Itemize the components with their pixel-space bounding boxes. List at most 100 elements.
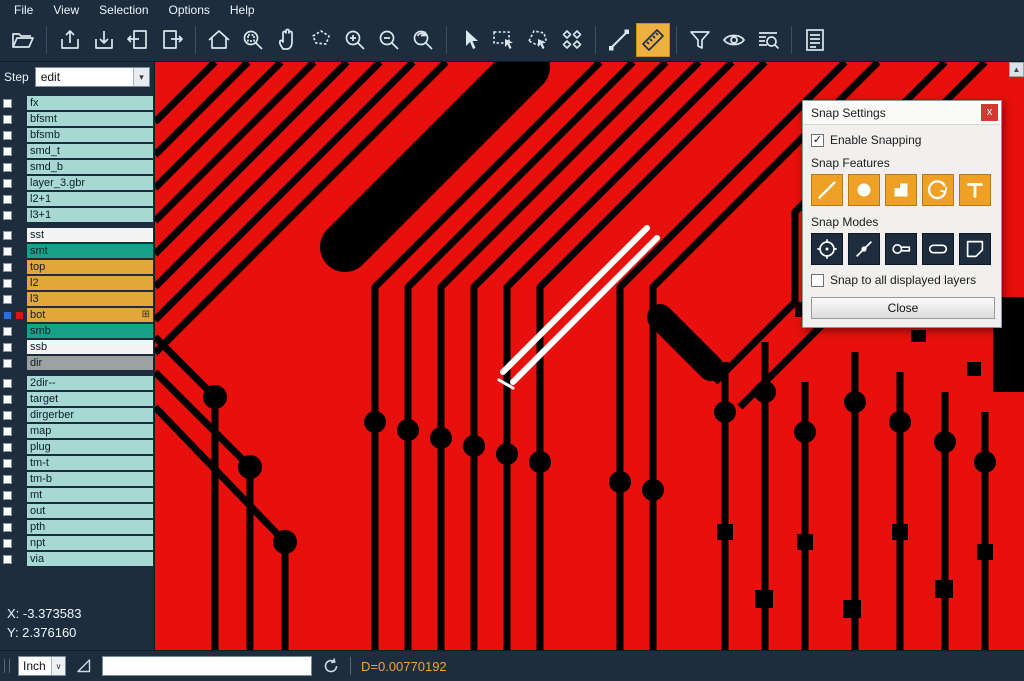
poly-select-button[interactable] <box>521 23 555 57</box>
visibility-button[interactable] <box>717 23 751 57</box>
layer-label[interactable]: tm-t <box>27 456 153 470</box>
menu-selection[interactable]: Selection <box>89 3 158 17</box>
layer-label[interactable]: top <box>27 260 153 274</box>
layer-visible-checkbox[interactable] <box>3 459 12 468</box>
layer-row-sst[interactable]: sst <box>0 228 153 242</box>
layer-row-l3[interactable]: l3 <box>0 292 153 306</box>
layer-visible-checkbox[interactable] <box>3 99 12 108</box>
layer-row-smt[interactable]: smt <box>0 244 153 258</box>
rect-select-button[interactable] <box>487 23 521 57</box>
snap-mode-key-button[interactable] <box>885 233 917 265</box>
layer-label[interactable]: bot⊞ <box>27 308 153 322</box>
layer-label[interactable]: l2+1 <box>27 192 153 206</box>
layer-label[interactable]: sst <box>27 228 153 242</box>
filter-button[interactable] <box>683 23 717 57</box>
layer-visible-checkbox[interactable] <box>3 247 12 256</box>
layer-row-via[interactable]: via <box>0 552 153 566</box>
layer-label[interactable]: bfsmb <box>27 128 153 142</box>
measure-tool-button[interactable] <box>636 23 670 57</box>
layer-visible-checkbox[interactable] <box>3 231 12 240</box>
layer-label[interactable]: smb <box>27 324 153 338</box>
layer-row-bfsmb[interactable]: bfsmb <box>0 128 153 142</box>
layer-label[interactable]: smd_b <box>27 160 153 174</box>
home-view-button[interactable] <box>202 23 236 57</box>
layer-row-l3+1[interactable]: l3+1 <box>0 208 153 222</box>
layer-row-2dir--[interactable]: 2dir-- <box>0 376 153 390</box>
layer-label[interactable]: target <box>27 392 153 406</box>
layer-row-target[interactable]: target <box>0 392 153 406</box>
step-select[interactable]: edit <box>35 67 150 87</box>
layer-visible-checkbox[interactable] <box>3 555 12 564</box>
layer-row-fx[interactable]: fx <box>0 96 153 110</box>
layer-visible-checkbox[interactable] <box>3 395 12 404</box>
layer-label[interactable]: mt <box>27 488 153 502</box>
snap-mode-corner-button[interactable] <box>959 233 991 265</box>
layer-visible-checkbox[interactable] <box>3 427 12 436</box>
snap-all-layers-checkbox[interactable] <box>811 274 824 287</box>
layer-label[interactable]: dir <box>27 356 153 370</box>
layer-label[interactable]: 2dir-- <box>27 376 153 390</box>
layer-row-tm-b[interactable]: tm-b <box>0 472 153 486</box>
layer-label[interactable]: bfsmt <box>27 112 153 126</box>
layer-visible-checkbox[interactable] <box>3 379 12 388</box>
layer-visible-checkbox[interactable] <box>3 411 12 420</box>
layer-row-bfsmt[interactable]: bfsmt <box>0 112 153 126</box>
menu-options[interactable]: Options <box>159 3 220 17</box>
chevron-down-icon[interactable] <box>51 657 65 675</box>
layer-visible-checkbox[interactable] <box>3 359 12 368</box>
menu-help[interactable]: Help <box>220 3 265 17</box>
layer-row-top[interactable]: top <box>0 260 153 274</box>
page-prev-button[interactable] <box>121 23 155 57</box>
snap-mode-center-button[interactable] <box>811 233 843 265</box>
layer-visible-checkbox[interactable] <box>3 147 12 156</box>
layer-label[interactable]: plug <box>27 440 153 454</box>
zoom-in-button[interactable] <box>338 23 372 57</box>
layer-row-ssb[interactable]: ssb <box>0 340 153 354</box>
pan-hand-button[interactable] <box>270 23 304 57</box>
layer-visible-checkbox[interactable] <box>3 327 12 336</box>
enable-snapping-checkbox[interactable] <box>811 134 824 147</box>
layer-row-dir[interactable]: dir <box>0 356 153 370</box>
layer-row-l2[interactable]: l2 <box>0 276 153 290</box>
layer-visible-checkbox[interactable] <box>3 491 12 500</box>
layer-row-out[interactable]: out <box>0 504 153 518</box>
open-file-button[interactable] <box>6 23 40 57</box>
layer-visible-checkbox[interactable] <box>3 343 12 352</box>
layer-visible-checkbox[interactable] <box>3 195 12 204</box>
zoom-previous-button[interactable] <box>406 23 440 57</box>
layer-row-npt[interactable]: npt <box>0 536 153 550</box>
pcb-canvas[interactable]: Snap Settings x Enable Snapping Snap Fea… <box>155 62 1024 650</box>
layer-visible-checkbox[interactable] <box>3 539 12 548</box>
page-next-button[interactable] <box>155 23 189 57</box>
layer-row-pth[interactable]: pth <box>0 520 153 534</box>
angle-tool-icon[interactable] <box>76 658 92 674</box>
layer-label[interactable]: pth <box>27 520 153 534</box>
layer-label[interactable]: l3+1 <box>27 208 153 222</box>
snap-mode-slot-button[interactable] <box>922 233 954 265</box>
menu-file[interactable]: File <box>4 3 43 17</box>
layer-label[interactable]: via <box>27 552 153 566</box>
layer-visible-checkbox[interactable] <box>3 523 12 532</box>
layer-visible-checkbox[interactable] <box>3 211 12 220</box>
layer-visible-checkbox[interactable] <box>3 263 12 272</box>
layer-visible-checkbox[interactable] <box>3 179 12 188</box>
layer-visible-checkbox[interactable] <box>3 311 12 320</box>
menu-view[interactable]: View <box>43 3 89 17</box>
snap-feature-text-button[interactable] <box>959 174 991 206</box>
dialog-title-bar[interactable]: Snap Settings x <box>803 101 1001 125</box>
layer-visible-checkbox[interactable] <box>3 163 12 172</box>
symbol-select-button[interactable] <box>555 23 589 57</box>
layer-row-tm-t[interactable]: tm-t <box>0 456 153 470</box>
unit-select[interactable]: Inch <box>18 656 66 676</box>
layer-label[interactable]: dirgerber <box>27 408 153 422</box>
snap-mode-point-button[interactable] <box>848 233 880 265</box>
layer-label[interactable]: smt <box>27 244 153 258</box>
layer-label[interactable]: ssb <box>27 340 153 354</box>
lasso-select-button[interactable] <box>304 23 338 57</box>
layer-label[interactable]: fx <box>27 96 153 110</box>
layer-label[interactable]: layer_3.gbr <box>27 176 153 190</box>
snap-feature-line-button[interactable] <box>811 174 843 206</box>
export-button[interactable] <box>53 23 87 57</box>
layer-row-mt[interactable]: mt <box>0 488 153 502</box>
refresh-icon[interactable] <box>322 657 340 675</box>
